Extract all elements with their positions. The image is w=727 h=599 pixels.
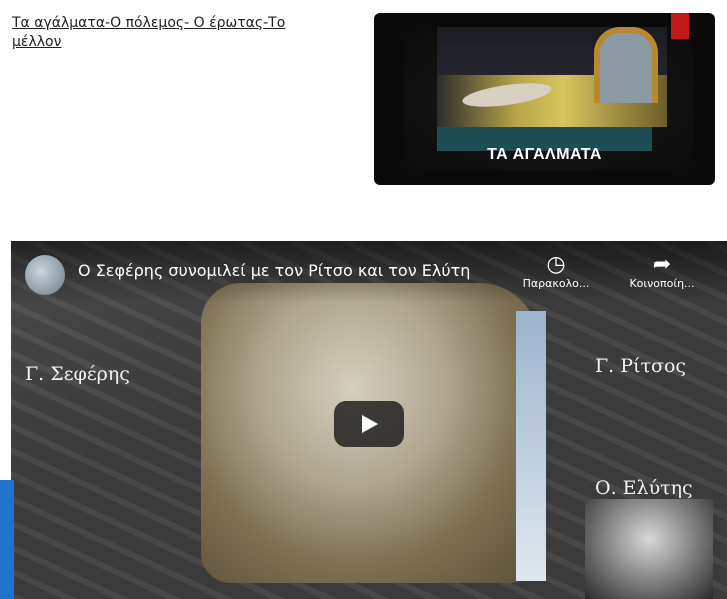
- embedded-video-player[interactable]: Ο Σεφέρης συνομιλεί με τον Ρίτσο και τον…: [11, 241, 727, 599]
- clock-icon: ◷: [546, 252, 566, 277]
- caption-seferis: Γ. Σεφέρης: [25, 363, 130, 385]
- window-light: [516, 311, 546, 581]
- elytis-portrait: [585, 499, 713, 599]
- blue-edge-decoration: [0, 480, 14, 599]
- play-button[interactable]: [334, 401, 404, 447]
- thumbnail-title: ΤΑ ΑΓΑΛΜΑΤΑ: [487, 146, 602, 163]
- painting-red-block: [671, 13, 689, 39]
- video-link[interactable]: Τα αγάλματα-Ο πόλεμος- Ο έρωτας-Το μέλλο…: [12, 14, 322, 52]
- painting-arch: [594, 27, 658, 103]
- caption-elytis: Ο. Ελύτης: [595, 477, 693, 499]
- caption-ritsos: Γ. Ρίτσος: [595, 355, 687, 377]
- share-label: Κοινοποίη...: [629, 277, 695, 290]
- watch-later-button[interactable]: ◷ Παρακολο...: [511, 252, 601, 291]
- video-title[interactable]: Ο Σεφέρης συνομιλεί με τον Ρίτσο και τον…: [78, 261, 470, 280]
- video-thumbnail[interactable]: ΤΑ ΑΓΑΛΜΑΤΑ: [374, 13, 715, 185]
- share-button[interactable]: ➦ Κοινοποίη...: [617, 252, 707, 291]
- channel-avatar[interactable]: [25, 255, 65, 295]
- watch-later-label: Παρακολο...: [522, 277, 590, 290]
- share-icon: ➦: [652, 252, 672, 277]
